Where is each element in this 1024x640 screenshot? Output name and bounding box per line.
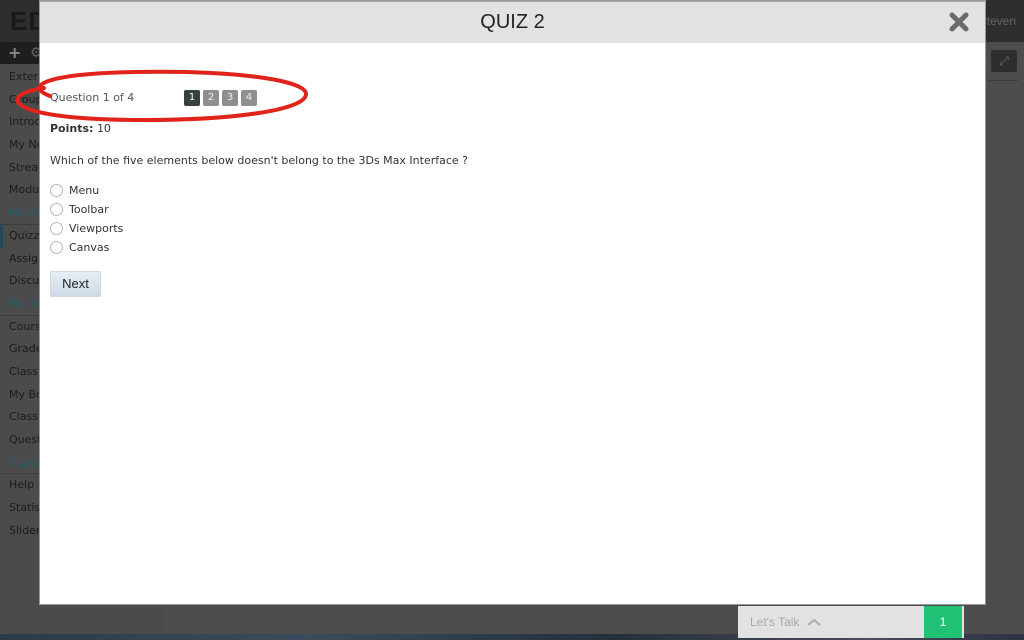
option-label: Toolbar <box>69 203 109 216</box>
answer-option[interactable]: Toolbar <box>50 200 123 219</box>
question-page-button[interactable]: 3 <box>222 90 238 106</box>
chevron-up-icon <box>807 618 822 626</box>
expand-icon[interactable]: ⤢ <box>991 50 1017 72</box>
modal-header: QUIZ 2 <box>40 1 985 43</box>
option-label: Canvas <box>69 241 110 254</box>
question-text: Which of the five elements below doesn't… <box>50 154 468 167</box>
option-label: Menu <box>69 184 100 197</box>
modal-title: QUIZ 2 <box>480 11 545 33</box>
answer-option[interactable]: Canvas <box>50 238 123 257</box>
question-navigation: Question 1 of 4 1234 <box>50 90 310 108</box>
plus-icon[interactable]: + <box>8 42 21 64</box>
question-page-button[interactable]: 1 <box>184 90 200 106</box>
radio-button[interactable] <box>50 184 63 197</box>
question-page-button[interactable]: 2 <box>203 90 219 106</box>
answer-option[interactable]: Menu <box>50 181 123 200</box>
answer-option[interactable]: Viewports <box>50 219 123 238</box>
close-icon <box>949 12 969 32</box>
question-page-buttons: 1234 <box>184 90 257 106</box>
answer-options: Menu Toolbar Viewports Canvas <box>50 181 123 257</box>
close-button[interactable] <box>945 8 973 36</box>
question-counter: Question 1 of 4 <box>50 91 135 104</box>
points-display: Points: 10 <box>50 122 111 135</box>
radio-button[interactable] <box>50 203 63 216</box>
divider <box>988 80 1018 81</box>
chat-label: Let's Talk <box>750 615 800 629</box>
quiz-modal: QUIZ 2 Question 1 of 4 1234 Points: 10 W… <box>39 0 986 605</box>
points-value: 10 <box>96 122 111 135</box>
chat-count-badge[interactable]: 1 <box>924 606 964 638</box>
chat-widget: Let's Talk 1 <box>738 606 966 638</box>
next-button[interactable]: Next <box>50 271 101 297</box>
chat-toggle[interactable]: Let's Talk <box>738 606 924 638</box>
option-label: Viewports <box>69 222 124 235</box>
radio-button[interactable] <box>50 222 63 235</box>
radio-button[interactable] <box>50 241 63 254</box>
points-label: Points: <box>50 122 94 135</box>
question-page-button[interactable]: 4 <box>241 90 257 106</box>
